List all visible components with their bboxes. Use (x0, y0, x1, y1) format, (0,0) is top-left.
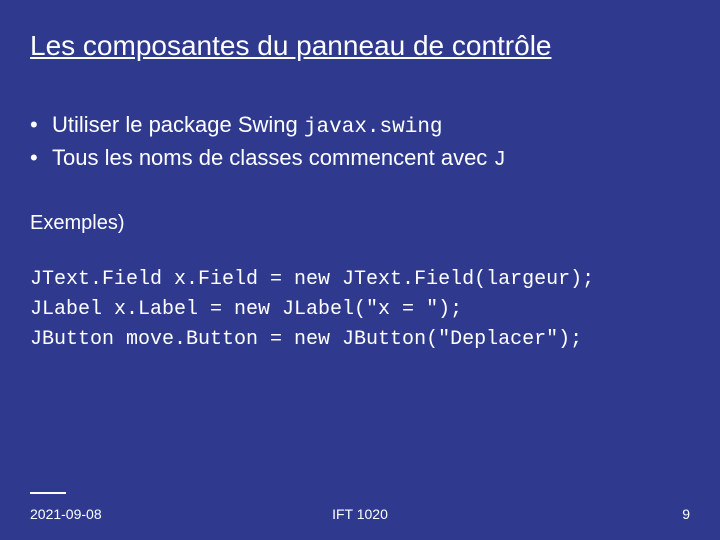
bullet-text: Tous les noms de classes commencent avec (52, 145, 493, 170)
slide-title: Les composantes du panneau de contrôle (30, 30, 690, 62)
code-line-2: JLabel x.Label = new JLabel("x = "); (30, 295, 690, 325)
footer-divider (30, 492, 66, 494)
bullet-item-1: Utiliser le package Swing javax.swing (30, 112, 690, 139)
footer-course: IFT 1020 (332, 506, 388, 522)
slide-footer: 2021-09-08 IFT 1020 9 (0, 506, 720, 522)
code-line-3: JButton move.Button = new JButton("Depla… (30, 325, 690, 355)
bullet-list: Utiliser le package Swing javax.swing To… (30, 112, 690, 172)
examples-label: Exemples) (30, 212, 690, 235)
bullet-item-2: Tous les noms de classes commencent avec… (30, 145, 690, 172)
code-block: JText.Field x.Field = new JText.Field(la… (30, 265, 690, 355)
bullet-code: J (493, 149, 506, 172)
code-line-1: JText.Field x.Field = new JText.Field(la… (30, 265, 690, 295)
footer-date: 2021-09-08 (30, 506, 102, 522)
footer-page-number: 9 (682, 506, 690, 522)
bullet-code: javax.swing (304, 116, 443, 139)
slide-content: Les composantes du panneau de contrôle U… (0, 0, 720, 355)
bullet-text: Utiliser le package Swing (52, 112, 304, 137)
